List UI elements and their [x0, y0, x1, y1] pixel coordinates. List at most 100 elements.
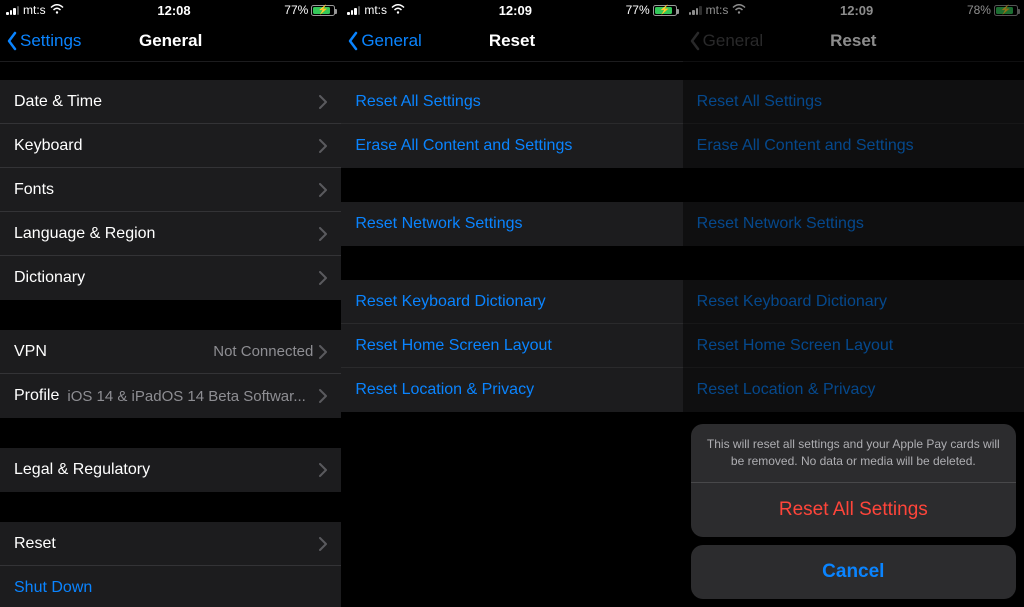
status-time: 12:08 — [157, 3, 190, 18]
sheet-cancel-button[interactable]: Cancel — [691, 545, 1016, 599]
settings-group: Date & Time Keyboard Fonts Language & Re… — [0, 80, 341, 300]
status-left: mt:s — [347, 3, 405, 17]
row-vpn[interactable]: VPN Not Connected — [0, 330, 341, 374]
row-dictionary[interactable]: Dictionary — [0, 256, 341, 300]
charging-icon: ⚡ — [318, 5, 329, 16]
status-time: 12:09 — [499, 3, 532, 18]
row-label: Reset Keyboard Dictionary — [697, 293, 887, 311]
screen-reset-confirm: mt:s 12:09 78% ⚡ General Reset Reset All… — [683, 0, 1024, 607]
reset-all-settings[interactable]: Reset All Settings — [341, 80, 682, 124]
row-label: Reset Location & Privacy — [355, 381, 534, 399]
row-label: Reset Network Settings — [697, 215, 864, 233]
row-label: Shut Down — [14, 579, 327, 597]
back-button[interactable]: Settings — [6, 20, 81, 61]
nav-bar: General Reset — [341, 20, 682, 62]
row-label: VPN — [14, 343, 213, 361]
battery-icon: ⚡ — [653, 5, 677, 16]
action-sheet: This will reset all settings and your Ap… — [691, 424, 1016, 599]
wifi-icon — [391, 3, 405, 17]
back-button[interactable]: General — [347, 20, 421, 61]
chevron-right-icon — [319, 139, 327, 153]
battery-icon: ⚡ — [994, 5, 1018, 16]
wifi-icon — [50, 3, 64, 17]
row-label: Date & Time — [14, 93, 319, 111]
settings-group: VPN Not Connected Profile iOS 14 & iPadO… — [0, 330, 341, 418]
wifi-icon — [732, 3, 746, 17]
row-label: Language & Region — [14, 225, 319, 243]
row-profile[interactable]: Profile iOS 14 & iPadOS 14 Beta Softwar.… — [0, 374, 341, 418]
carrier-label: mt:s — [706, 3, 729, 17]
back-label: General — [703, 31, 763, 51]
battery-icon: ⚡ — [311, 5, 335, 16]
nav-bar: General Reset — [683, 20, 1024, 62]
row-label: Reset Keyboard Dictionary — [355, 293, 545, 311]
signal-icon — [689, 5, 702, 15]
charging-icon: ⚡ — [659, 5, 670, 16]
reset-location-privacy: Reset Location & Privacy — [683, 368, 1024, 412]
row-detail: Not Connected — [213, 343, 313, 360]
settings-group: Legal & Regulatory — [0, 448, 341, 492]
chevron-right-icon — [319, 463, 327, 477]
back-label: General — [361, 31, 421, 51]
reset-group: Reset Keyboard Dictionary Reset Home Scr… — [341, 280, 682, 412]
status-bar: mt:s 12:09 78% ⚡ — [683, 0, 1024, 20]
settings-group: Reset Shut Down — [0, 522, 341, 607]
row-keyboard[interactable]: Keyboard — [0, 124, 341, 168]
sheet-cancel: Cancel — [691, 545, 1016, 599]
carrier-label: mt:s — [364, 3, 387, 17]
row-legal[interactable]: Legal & Regulatory — [0, 448, 341, 492]
erase-all-content[interactable]: Erase All Content and Settings — [341, 124, 682, 168]
reset-home-screen-layout: Reset Home Screen Layout — [683, 324, 1024, 368]
carrier-label: mt:s — [23, 3, 46, 17]
row-label: Fonts — [14, 181, 319, 199]
row-label: Erase All Content and Settings — [697, 137, 914, 155]
status-right: 77% ⚡ — [284, 3, 335, 17]
chevron-right-icon — [319, 345, 327, 359]
chevron-right-icon — [319, 183, 327, 197]
row-fonts[interactable]: Fonts — [0, 168, 341, 212]
reset-home-screen-layout[interactable]: Reset Home Screen Layout — [341, 324, 682, 368]
reset-network-settings[interactable]: Reset Network Settings — [341, 202, 682, 246]
status-time: 12:09 — [840, 3, 873, 18]
sheet-destructive-label: Reset All Settings — [779, 499, 928, 521]
status-right: 77% ⚡ — [626, 3, 677, 17]
reset-group: Reset All Settings Erase All Content and… — [341, 80, 682, 168]
nav-title: General — [139, 31, 202, 51]
charging-icon: ⚡ — [1000, 5, 1011, 16]
chevron-left-icon — [6, 31, 18, 51]
nav-title: Reset — [830, 31, 876, 51]
status-right: 78% ⚡ — [967, 3, 1018, 17]
screen-reset: mt:s 12:09 77% ⚡ General Reset Reset All… — [341, 0, 682, 607]
row-reset[interactable]: Reset — [0, 522, 341, 566]
sheet-main: This will reset all settings and your Ap… — [691, 424, 1016, 537]
row-date-time[interactable]: Date & Time — [0, 80, 341, 124]
battery-percent: 78% — [967, 3, 991, 17]
chevron-right-icon — [319, 271, 327, 285]
sheet-cancel-label: Cancel — [822, 561, 884, 583]
row-label: Legal & Regulatory — [14, 461, 319, 479]
reset-group: Reset Keyboard Dictionary Reset Home Scr… — [683, 280, 1024, 412]
back-label: Settings — [20, 31, 81, 51]
status-bar: mt:s 12:08 77% ⚡ — [0, 0, 341, 20]
row-label: Reset Location & Privacy — [697, 381, 876, 399]
erase-all-content: Erase All Content and Settings — [683, 124, 1024, 168]
row-label: Erase All Content and Settings — [355, 137, 572, 155]
reset-keyboard-dictionary[interactable]: Reset Keyboard Dictionary — [341, 280, 682, 324]
chevron-left-icon — [347, 31, 359, 51]
screen-general: mt:s 12:08 77% ⚡ Settings General Date &… — [0, 0, 341, 607]
sheet-message: This will reset all settings and your Ap… — [691, 424, 1016, 483]
status-bar: mt:s 12:09 77% ⚡ — [341, 0, 682, 20]
sheet-destructive-button[interactable]: Reset All Settings — [691, 483, 1016, 537]
row-label: Reset Home Screen Layout — [697, 337, 894, 355]
row-label: Reset All Settings — [697, 93, 822, 111]
content: Reset All Settings Erase All Content and… — [341, 62, 682, 607]
reset-location-privacy[interactable]: Reset Location & Privacy — [341, 368, 682, 412]
reset-all-settings: Reset All Settings — [683, 80, 1024, 124]
signal-icon — [6, 5, 19, 15]
row-shut-down[interactable]: Shut Down — [0, 566, 341, 607]
row-language-region[interactable]: Language & Region — [0, 212, 341, 256]
chevron-right-icon — [319, 389, 327, 403]
row-label: Reset Home Screen Layout — [355, 337, 552, 355]
status-left: mt:s — [689, 3, 747, 17]
back-button: General — [689, 20, 763, 61]
